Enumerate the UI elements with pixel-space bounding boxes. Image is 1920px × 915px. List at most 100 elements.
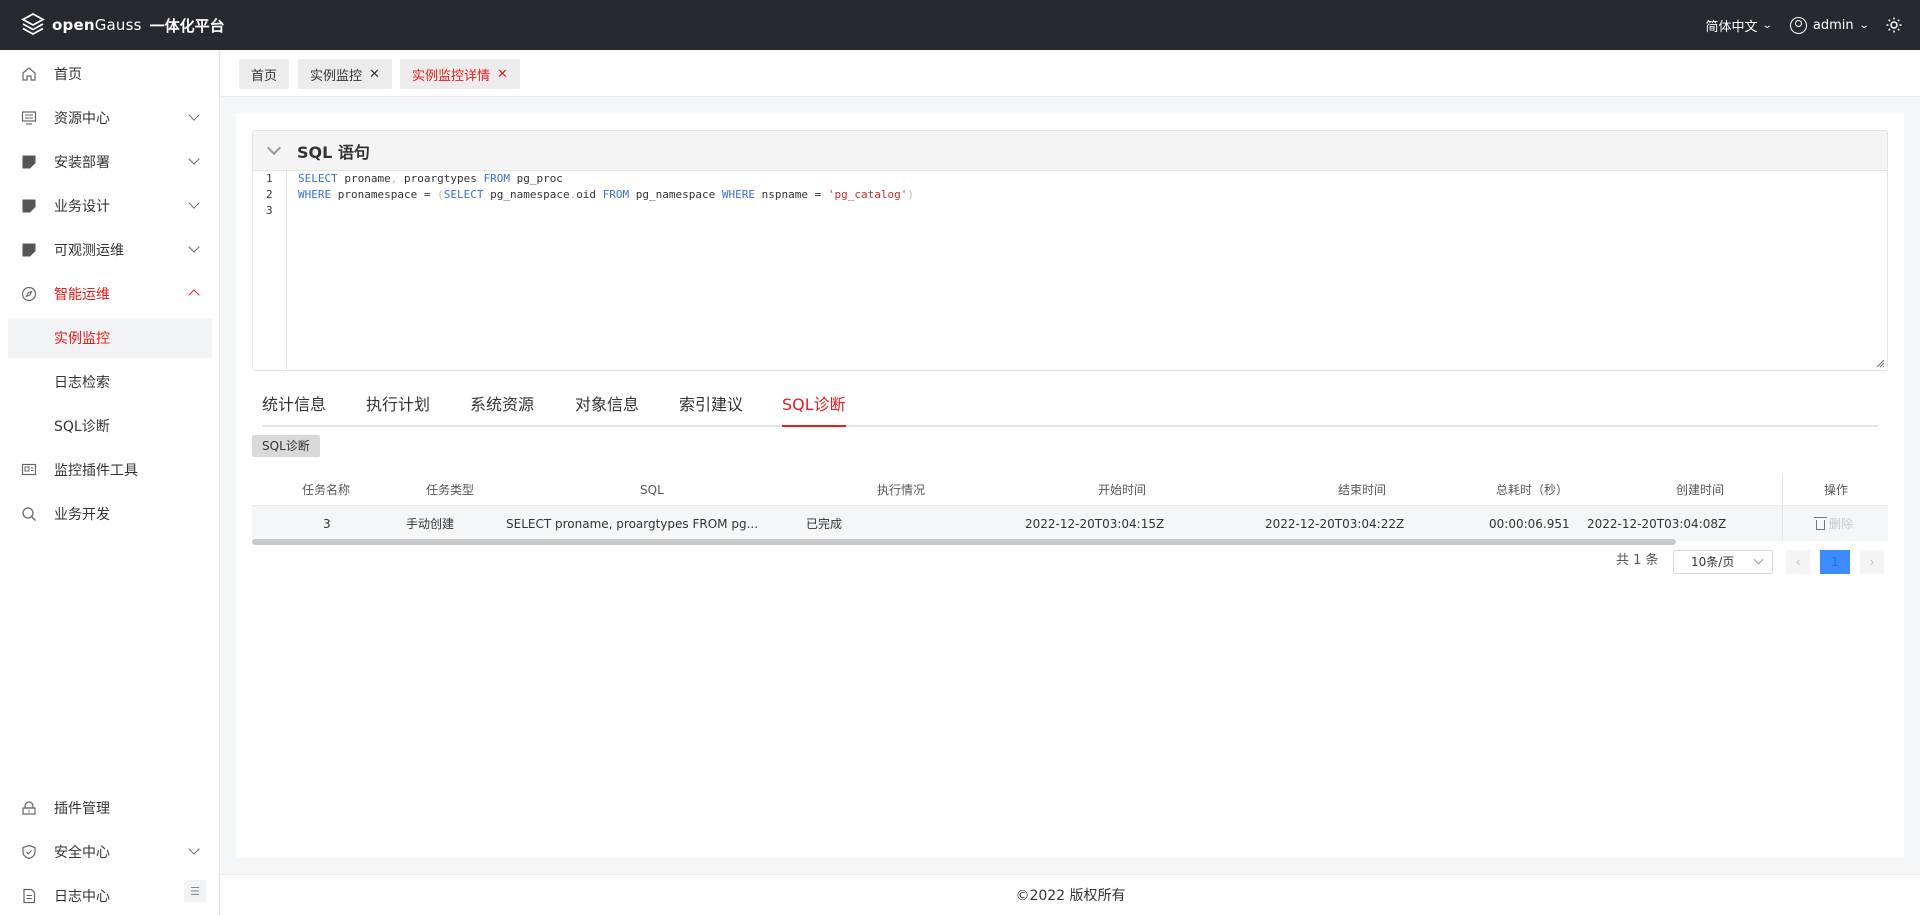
chevron-down-icon [188, 843, 200, 855]
chevron-down-icon[interactable] [266, 140, 282, 155]
cell-name: 3 [323, 517, 331, 531]
prev-page-button[interactable]: ‹ [1786, 550, 1810, 574]
sidebar-item-label: 安装部署 [54, 155, 110, 171]
chevron-down-icon [188, 153, 200, 165]
sidebar-item-label: 首页 [54, 67, 82, 83]
cell-sql: SELECT proname, proargtypes FROM pg... [506, 517, 759, 531]
sidebar-item-resource-center[interactable]: 资源中心 [0, 96, 220, 140]
sidebar-item-intelligent-ops[interactable]: 智能运维 [0, 272, 220, 316]
plugin-tool-icon [20, 461, 38, 479]
chevron-down-icon [188, 109, 200, 121]
sidebar-item-label: 监控插件工具 [54, 463, 138, 479]
tag-label: 实例监控详情 [412, 68, 491, 84]
close-icon[interactable]: ✕ [369, 67, 380, 82]
sql-code[interactable]: SELECT proname, proargtypes FROM pg_proc… [298, 171, 914, 219]
main-panel: SQL 语句 1 2 3 SELECT proname, proargtypes… [236, 113, 1904, 858]
plugin-manage-icon [20, 799, 38, 817]
chevron-left-icon: ‹ [1795, 555, 1801, 569]
language-label: 简体中文 [1705, 19, 1758, 35]
table-row[interactable]: 3 手动创建 SELECT proname, proargtypes FROM … [252, 505, 1888, 541]
chevron-down-icon [188, 197, 200, 209]
user-menu[interactable]: admin ⌄ [1789, 16, 1869, 34]
server-icon [20, 109, 38, 127]
cell-type: 手动创建 [406, 517, 455, 531]
sidebar-subitem-log-search[interactable]: 日志检索 [8, 362, 212, 402]
sidebar-item-install[interactable]: 安装部署 [0, 140, 220, 184]
sidebar-item-label: 业务开发 [54, 507, 110, 523]
tab-statistics[interactable]: 统计信息 [262, 391, 326, 425]
horizontal-scrollbar[interactable] [252, 539, 1676, 545]
sidebar-item-security-center[interactable]: 安全中心 [0, 830, 220, 874]
tag-home[interactable]: 首页 [239, 59, 290, 89]
logo[interactable]: openGauss 一体化平台 [20, 12, 225, 38]
collapse-sidebar-button[interactable]: ☰ [184, 880, 206, 902]
opengauss-logo-icon [21, 12, 45, 36]
sidebar-item-label: 智能运维 [54, 287, 110, 303]
tag-label: 实例监控 [310, 68, 363, 84]
chevron-up-icon [188, 289, 200, 301]
tab-object-info[interactable]: 对象信息 [575, 391, 639, 425]
sidebar-item-label: 业务设计 [54, 199, 110, 215]
sidebar-item-label: 插件管理 [54, 801, 110, 817]
fixed-action-column [1782, 475, 1888, 541]
tag-label: 首页 [251, 68, 278, 84]
tag-instance-monitor-detail[interactable]: 实例监控详情 ✕ [400, 59, 520, 89]
tab-execution-plan[interactable]: 执行计划 [366, 391, 430, 425]
sidebar-subitem-instance-monitor[interactable]: 实例监控 [8, 318, 212, 358]
cell-end-time: 2022-12-20T03:04:22Z [1265, 517, 1405, 531]
tags-bar: 首页 实例监控 ✕ 实例监控详情 ✕ [221, 50, 1920, 97]
shield-icon [20, 843, 38, 861]
cell-start-time: 2022-12-20T03:04:15Z [1025, 517, 1165, 531]
user-icon [1789, 16, 1807, 34]
monitor-icon [20, 241, 38, 259]
sidebar-item-monitor-plugin-tool[interactable]: 监控插件工具 [0, 448, 220, 492]
platform-title: 一体化平台 [149, 16, 225, 35]
sql-editor[interactable]: 1 2 3 SELECT proname, proargtypes FROM p… [253, 171, 1887, 370]
sidebar-item-label: 安全中心 [54, 845, 110, 861]
column-header: 总耗时（秒） [1496, 483, 1569, 497]
page-number-button[interactable]: 1 [1820, 550, 1850, 574]
total-count: 共 1 条 [1616, 553, 1659, 568]
diagnosis-table: 任务名称 任务类型 SQL 执行情况 开始时间 结束时间 总耗时（秒） 创建时间… [252, 475, 1888, 545]
chevron-down-icon [188, 241, 200, 253]
column-header: SQL [640, 483, 664, 497]
sidebar-item-label: 可观测运维 [54, 243, 124, 259]
tab-index-advice[interactable]: 索引建议 [679, 391, 743, 425]
chevron-down-icon: ⌄ [1762, 19, 1774, 31]
chevron-right-icon: › [1869, 555, 1875, 569]
resize-handle-icon[interactable] [1875, 358, 1885, 368]
cell-created-time: 2022-12-20T03:04:08Z [1587, 517, 1727, 531]
tab-sql-diagnosis[interactable]: SQL诊断 [782, 391, 846, 427]
next-page-button[interactable]: › [1860, 550, 1884, 574]
sidebar-item-home[interactable]: 首页 [0, 52, 220, 96]
sidebar-item-label: 日志中心 [54, 889, 110, 905]
sql-diagnosis-button[interactable]: SQL诊断 [252, 435, 320, 457]
sidebar-item-observability[interactable]: 可观测运维 [0, 228, 220, 272]
tab-system-resource[interactable]: 系统资源 [470, 391, 534, 425]
copyright-text: ©2022 版权所有 [1015, 888, 1126, 904]
code-line-2: WHERE pronamespace = (SELECT pg_namespac… [298, 188, 914, 201]
sidebar-item-business-design[interactable]: 业务设计 [0, 184, 220, 228]
tag-instance-monitor[interactable]: 实例监控 ✕ [298, 59, 392, 89]
sidebar-subitem-sql-diagnosis[interactable]: SQL诊断 [8, 406, 212, 446]
brand-name: openGauss [52, 16, 142, 34]
column-header: 创建时间 [1676, 483, 1725, 497]
column-header: 任务类型 [426, 483, 475, 497]
home-icon [20, 65, 38, 83]
line-number: 1 [266, 172, 273, 185]
line-number: 2 [266, 188, 273, 201]
sql-card-header[interactable]: SQL 语句 [253, 131, 1887, 171]
sidebar-item-business-dev[interactable]: 业务开发 [0, 492, 220, 536]
pagination: 共 1 条 10条/页 ‹ 1 › [236, 547, 1904, 575]
close-icon[interactable]: ✕ [497, 67, 508, 82]
user-name: admin [1812, 17, 1854, 33]
compass-icon [20, 285, 38, 303]
column-header: 任务名称 [302, 483, 351, 497]
design-icon [20, 197, 38, 215]
sidebar-item-plugin-manage[interactable]: 插件管理 [0, 786, 220, 830]
theme-toggle[interactable] [1886, 17, 1902, 33]
page-size-select[interactable]: 10条/页 [1673, 550, 1773, 574]
code-line-1: SELECT proname, proargtypes FROM pg_proc [298, 172, 563, 185]
line-number: 3 [266, 204, 273, 217]
language-select[interactable]: 简体中文 ⌄ [1705, 16, 1774, 35]
